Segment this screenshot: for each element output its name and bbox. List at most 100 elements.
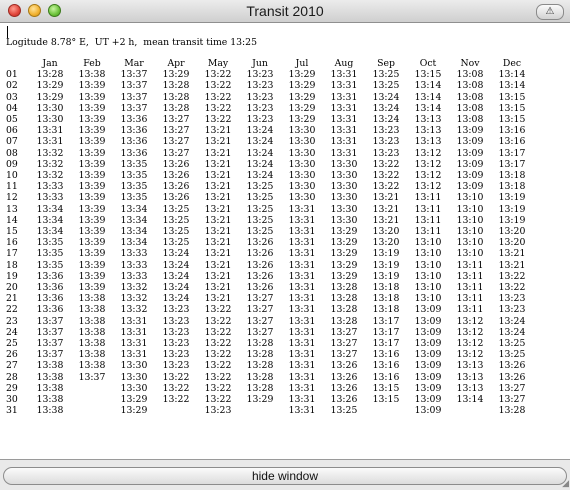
transit-time-cell: 13:23: [498, 293, 526, 305]
transit-time-cell: 13:27: [246, 326, 274, 338]
transit-time-cell: 13:31: [288, 293, 316, 305]
transit-time-cell: 13:32: [36, 158, 64, 170]
transit-time-cell: 13:25: [498, 338, 526, 350]
transit-time-cell: 13:25: [372, 80, 400, 92]
transit-time-cell: 13:21: [204, 158, 232, 170]
transit-time-cell: 13:21: [204, 259, 232, 271]
transit-time-cell: 13:31: [288, 248, 316, 260]
transit-time-cell: 13:29: [288, 69, 316, 81]
transit-time-cell: 13:28: [246, 382, 274, 394]
table-row: 08 13:32 13:39 13:36 13:27 13:21 13:24 13:30 13:…: [3, 148, 533, 159]
transit-time-cell: 13:35: [36, 237, 64, 249]
transit-time-cell: 13:39: [78, 237, 106, 249]
table-row: 15 13:34 13:39 13:34 13:25 13:21 13:25 13:31 13:…: [3, 226, 533, 237]
transit-time-cell: 13:26: [162, 192, 190, 204]
transit-time-cell: 13:12: [456, 338, 484, 350]
transit-time-cell: 13:31: [288, 270, 316, 282]
transit-time-cell: 13:22: [498, 282, 526, 294]
transit-time-cell: 13:25: [246, 226, 274, 238]
table-row: 17 13:35 13:39 13:33 13:24 13:21 13:26 13:31 13:…: [3, 248, 533, 259]
transit-time-cell: 13:20: [498, 237, 526, 249]
month-header: Apr: [167, 58, 185, 69]
hide-window-button[interactable]: hide window: [3, 467, 567, 485]
transit-time-cell: 13:26: [330, 371, 358, 383]
transit-time-cell: 13:21: [204, 282, 232, 294]
transit-time-cell: 13:28: [246, 338, 274, 350]
transit-time-cell: 13:20: [372, 237, 400, 249]
transit-time-cell: 13:30: [288, 192, 316, 204]
transit-time-cell: 13:27: [162, 114, 190, 126]
table-row: 26 13:37 13:38 13:31 13:23 13:22 13:28 13:31 13:…: [3, 349, 533, 360]
transit-time-cell: 13:31: [288, 226, 316, 238]
transit-time-cell: 13:26: [246, 237, 274, 249]
transit-time-cell: 13:09: [414, 315, 442, 327]
table-row: 20 13:36 13:39 13:32 13:24 13:21 13:26 13:31 13:…: [3, 282, 533, 293]
table-row: 10 13:32 13:39 13:35 13:26 13:21 13:24 13:30 13:…: [3, 170, 533, 181]
transit-time-cell: 13:38: [36, 382, 64, 394]
transit-time-cell: 13:22: [204, 114, 232, 126]
day-label: 01: [6, 69, 18, 81]
transit-text-area[interactable]: Logitude 8.78° E, UT +2 h, mean transit …: [0, 23, 570, 460]
transit-time-cell: 13:11: [456, 304, 484, 316]
transit-time-cell: 13:24: [498, 326, 526, 338]
transit-time-cell: 13:29: [288, 114, 316, 126]
table-row: 21 13:36 13:38 13:32 13:24 13:21 13:27 13:31 13:…: [3, 293, 533, 304]
transit-time-cell: 13:19: [372, 270, 400, 282]
table-row: 07 13:31 13:39 13:36 13:27 13:21 13:24 13:30 13:…: [3, 136, 533, 147]
transit-time-cell: 13:24: [162, 270, 190, 282]
transit-time-cell: 13:36: [120, 114, 148, 126]
transit-time-cell: 13:09: [414, 394, 442, 406]
table-row: 27 13:38 13:38 13:30 13:23 13:22 13:28 13:31 13:…: [3, 360, 533, 371]
resize-grip-icon[interactable]: ◢: [558, 478, 569, 489]
transit-time-cell: 13:22: [204, 382, 232, 394]
transit-time-cell: 13:32: [120, 282, 148, 294]
transit-time-cell: 13:24: [246, 125, 274, 137]
transit-time-cell: 13:30: [330, 203, 358, 215]
transit-time-cell: 13:22: [204, 338, 232, 350]
transit-time-cell: 13:37: [36, 315, 64, 327]
transit-time-cell: 13:25: [246, 192, 274, 204]
transit-time-cell: 13:15: [414, 69, 442, 81]
transit-time-cell: 13:25: [372, 69, 400, 81]
transit-time-cell: 13:32: [36, 170, 64, 182]
transit-window: Transit 2010 ⚠ Logitude 8.78° E, UT +2 h…: [0, 0, 570, 490]
transit-time-cell: 13:19: [498, 192, 526, 204]
transit-time-cell: 13:30: [330, 214, 358, 226]
transit-time-cell: 13:31: [120, 315, 148, 327]
transit-time-cell: 13:29: [288, 102, 316, 114]
transit-time-cell: 13:31: [288, 349, 316, 361]
transit-time-cell: 13:21: [498, 259, 526, 271]
transit-time-cell: 13:35: [120, 170, 148, 182]
transit-time-cell: 13:10: [456, 203, 484, 215]
transit-time-cell: 13:26: [330, 394, 358, 406]
toolbar-toggle-button[interactable]: ⚠: [536, 4, 564, 20]
transit-time-cell: 13:21: [204, 226, 232, 238]
transit-time-cell: 13:09: [456, 136, 484, 148]
transit-time-cell: 13:10: [414, 237, 442, 249]
title-bar[interactable]: Transit 2010 ⚠: [0, 0, 570, 23]
transit-time-cell: 13:35: [120, 158, 148, 170]
transit-time-cell: 13:39: [78, 147, 106, 159]
transit-time-cell: 13:28: [498, 405, 526, 417]
transit-time-cell: 13:22: [204, 69, 232, 81]
transit-time-cell: 13:27: [330, 326, 358, 338]
table-row: 13 13:34 13:39 13:34 13:25 13:21 13:25 13:31 13:…: [3, 204, 533, 215]
transit-time-cell: 13:22: [162, 394, 190, 406]
transit-time-cell: 13:33: [120, 248, 148, 260]
transit-time-cell: 13:23: [246, 102, 274, 114]
transit-time-cell: 13:28: [330, 293, 358, 305]
transit-time-cell: 13:17: [372, 326, 400, 338]
transit-time-cell: 13:30: [288, 147, 316, 159]
day-label: 26: [6, 349, 18, 361]
transit-time-cell: 13:08: [456, 102, 484, 114]
transit-time-cell: 13:31: [330, 136, 358, 148]
transit-time-cell: 13:31: [120, 338, 148, 350]
transit-time-cell: 13:31: [288, 237, 316, 249]
transit-time-cell: 13:11: [414, 214, 442, 226]
table-row: 24 13:37 13:38 13:31 13:23 13:22 13:27 13:31 13:…: [3, 327, 533, 338]
transit-time-cell: 13:38: [78, 338, 106, 350]
table-row: 02 13:29 13:39 13:37 13:28 13:22 13:23 13:29 13:…: [3, 80, 533, 91]
day-header: [3, 58, 29, 69]
transit-time-cell: 13:24: [372, 114, 400, 126]
transit-time-cell: 13:30: [330, 181, 358, 193]
